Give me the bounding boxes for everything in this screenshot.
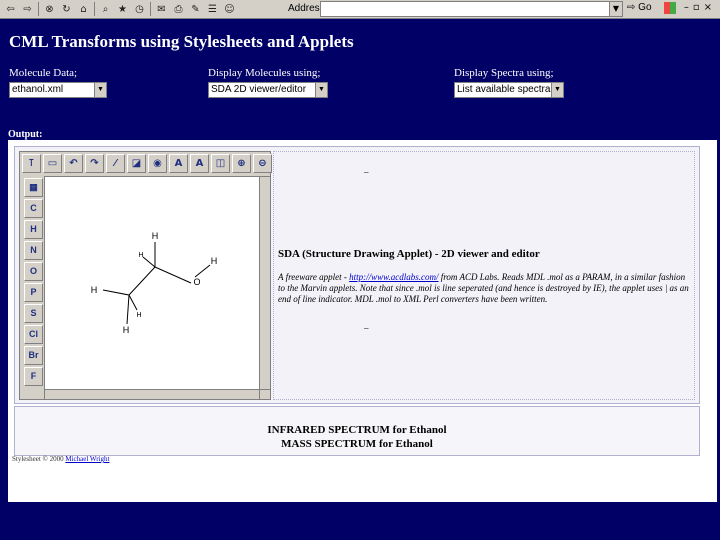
address-dropdown-icon[interactable]: ▼: [609, 1, 623, 17]
atom-label: H: [138, 252, 143, 259]
output-frame: ⊺ ▭ ↶ ↷ ⁄ ◪ ◉ A A ◫ ⊕ ⊖ ▦ C H N O P S Cl…: [8, 140, 717, 502]
bond: [154, 266, 192, 284]
zoom-area-icon[interactable]: ◉: [148, 154, 167, 173]
search-icon[interactable]: ⌕: [99, 3, 112, 16]
sda-heading: SDA (Structure Drawing Applet) - 2D view…: [278, 248, 540, 260]
element-palette: ▦ C H N O P S Cl Br F: [24, 178, 43, 386]
edit-icon[interactable]: ✎: [189, 3, 202, 16]
mail-icon[interactable]: ✉: [155, 3, 168, 16]
element-button[interactable]: P: [24, 283, 43, 302]
font-larger-icon[interactable]: A: [169, 154, 188, 173]
new-document-icon[interactable]: ▭: [43, 154, 62, 173]
molecule-data-label: Molecule Data;: [9, 67, 78, 79]
history-icon[interactable]: ◷: [133, 3, 146, 16]
chevron-down-icon: ▼: [551, 83, 563, 97]
bond: [126, 294, 130, 325]
toolbar-separator: [38, 2, 39, 16]
element-button[interactable]: N: [24, 241, 43, 260]
display-molecules-value: SDA 2D viewer/editor: [211, 84, 307, 95]
atom-label: H: [211, 256, 218, 266]
toolbar-separator: [150, 2, 151, 16]
sda-desc-prefix: A freeware applet -: [278, 272, 350, 282]
bond: [102, 289, 130, 296]
molecule-canvas[interactable]: H H O H H H H: [44, 176, 260, 390]
browser-toolbar: ⇦ ⇨ ⊗ ↻ ⌂ ⌕ ★ ◷ ✉ ⎙ ✎ ☰ ☺ Address ▼ ⇨ Go…: [0, 0, 720, 19]
window-controls[interactable]: –▫×: [684, 2, 716, 13]
bond-tool-icon[interactable]: ⁄: [106, 154, 125, 173]
element-button[interactable]: O: [24, 262, 43, 281]
bond: [128, 266, 156, 296]
mass-spectrum-link[interactable]: MASS SPECTRUM for Ethanol: [15, 438, 699, 450]
favorites-icon[interactable]: ★: [116, 3, 129, 16]
periodic-table-icon[interactable]: ▦: [24, 178, 43, 197]
molecule-data-value: ethanol.xml: [12, 84, 64, 95]
atom-label: H: [123, 325, 130, 335]
zoom-out-icon[interactable]: ⊖: [253, 154, 272, 173]
chevron-down-icon: ▼: [315, 83, 327, 97]
author-link[interactable]: Michael Wright: [65, 455, 109, 463]
atom-label: H: [91, 285, 98, 295]
pin-icon[interactable]: ⊺: [22, 154, 41, 173]
bond: [194, 264, 211, 278]
forward-icon[interactable]: ⇨: [21, 3, 34, 16]
element-button[interactable]: F: [24, 367, 43, 386]
element-button[interactable]: S: [24, 304, 43, 323]
vertical-scrollbar[interactable]: [259, 176, 271, 390]
footer-text: Stylesheet © 2000: [12, 455, 66, 463]
footer: Stylesheet © 2000 Michael Wright: [12, 455, 109, 463]
undo-icon[interactable]: ↶: [64, 154, 83, 173]
windows-logo-icon: [664, 2, 676, 14]
sda-panel: ⊺ ▭ ↶ ↷ ⁄ ◪ ◉ A A ◫ ⊕ ⊖ ▦ C H N O P S Cl…: [14, 146, 700, 404]
chevron-down-icon: ▼: [94, 83, 106, 97]
redo-icon[interactable]: ↷: [85, 154, 104, 173]
ir-spectrum-link[interactable]: INFRARED SPECTRUM for Ethanol: [15, 424, 699, 436]
eraser-icon[interactable]: ◪: [127, 154, 146, 173]
molecule-data-select[interactable]: ethanol.xml ▼: [9, 82, 107, 98]
element-button[interactable]: H: [24, 220, 43, 239]
display-spectra-label: Display Spectra using;: [454, 67, 554, 79]
bond: [142, 256, 156, 268]
spectra-panel: INFRARED SPECTRUM for Ethanol MASS SPECT…: [14, 406, 700, 456]
element-button[interactable]: C: [24, 199, 43, 218]
acdlabs-link[interactable]: http://www.acdlabs.com/: [349, 272, 438, 282]
separator-mark: _: [364, 320, 369, 330]
sda-applet[interactable]: ⊺ ▭ ↶ ↷ ⁄ ◪ ◉ A A ◫ ⊕ ⊖ ▦ C H N O P S Cl…: [19, 151, 272, 400]
separator-mark: _: [364, 164, 369, 174]
3d-view-icon[interactable]: ◫: [211, 154, 230, 173]
page-title: CML Transforms using Stylesheets and App…: [9, 32, 354, 51]
display-molecules-label: Display Molecules using;: [208, 67, 321, 79]
toolbar-buttons: ⇦ ⇨ ⊗ ↻ ⌂ ⌕ ★ ◷ ✉ ⎙ ✎ ☰ ☺: [4, 1, 236, 17]
font-smaller-icon[interactable]: A: [190, 154, 209, 173]
messenger-icon[interactable]: ☺: [223, 3, 236, 16]
atom-label: O: [193, 277, 200, 287]
element-button[interactable]: Cl: [24, 325, 43, 344]
bond: [128, 294, 138, 311]
horizontal-scrollbar[interactable]: [44, 389, 260, 400]
sda-description: A freeware applet - http://www.acdlabs.c…: [278, 272, 690, 305]
stop-icon[interactable]: ⊗: [43, 3, 56, 16]
print-icon[interactable]: ⎙: [172, 3, 185, 16]
address-input[interactable]: [320, 1, 610, 17]
molecule-drawing: H H O H H H H: [91, 231, 218, 335]
sda-description-cell: _ SDA (Structure Drawing Applet) - 2D vi…: [273, 151, 695, 400]
element-button[interactable]: Br: [24, 346, 43, 365]
home-icon[interactable]: ⌂: [77, 3, 90, 16]
discuss-icon[interactable]: ☰: [206, 3, 219, 16]
go-label: Go: [638, 2, 652, 13]
toolbar-separator: [94, 2, 95, 16]
applet-toolbar: ⊺ ▭ ↶ ↷ ⁄ ◪ ◉ A A ◫ ⊕ ⊖: [22, 154, 272, 173]
zoom-in-icon[interactable]: ⊕: [232, 154, 251, 173]
atom-label: H: [152, 231, 159, 241]
go-button[interactable]: ⇨ Go: [627, 2, 652, 13]
refresh-icon[interactable]: ↻: [60, 3, 73, 16]
display-spectra-value: List available spectra: [457, 84, 551, 95]
output-label: Output:: [8, 129, 43, 140]
display-spectra-select[interactable]: List available spectra ▼: [454, 82, 564, 98]
display-molecules-select[interactable]: SDA 2D viewer/editor ▼: [208, 82, 328, 98]
back-icon[interactable]: ⇦: [4, 3, 17, 16]
atom-label: H: [136, 312, 141, 319]
